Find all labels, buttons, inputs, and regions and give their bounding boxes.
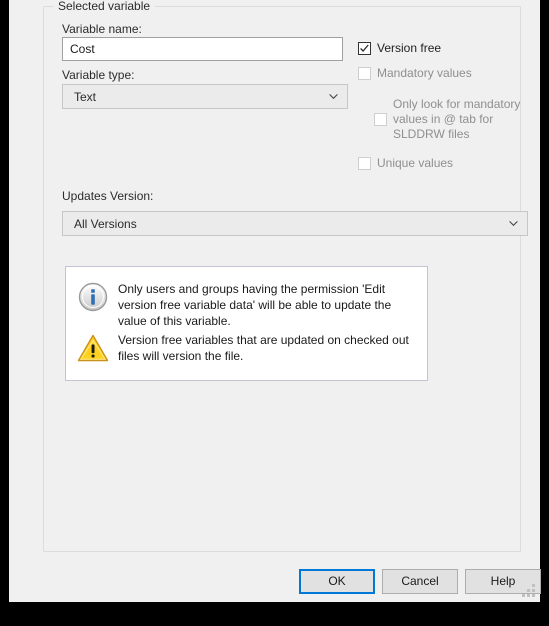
chevron-down-icon [329, 92, 338, 101]
checkbox-box [374, 113, 387, 126]
variable-type-dropdown[interactable]: Text [62, 84, 348, 109]
version-free-label: Version free [377, 41, 442, 55]
resize-grip[interactable] [522, 584, 535, 597]
screen-background: Selected variable Variable name: Variabl… [0, 0, 549, 626]
only-look-mandatory-at-tab-label: Only look for mandatory values in @ tab … [393, 97, 521, 141]
information-panel: Only users and groups having the permiss… [65, 266, 428, 381]
info-note-text: Only users and groups having the permiss… [118, 282, 392, 328]
unique-values-label: Unique values [377, 156, 454, 170]
mandatory-values-label: Mandatory values [377, 66, 472, 80]
ok-button[interactable]: OK [299, 569, 375, 594]
info-icon [77, 281, 109, 313]
checkbox-box [358, 67, 371, 80]
variable-name-label: Variable name: [62, 22, 142, 36]
cancel-button[interactable]: Cancel [382, 569, 458, 594]
updates-version-value: All Versions [74, 217, 137, 231]
selected-variable-group-label: Selected variable [54, 0, 156, 13]
checkbox-box [358, 157, 371, 170]
checkbox-box [358, 42, 371, 55]
variable-properties-dialog: Selected variable Variable name: Variabl… [9, 0, 541, 602]
updates-version-dropdown[interactable]: All Versions [62, 211, 528, 236]
chevron-down-icon [509, 219, 518, 228]
updates-version-label: Updates Version: [62, 189, 154, 203]
variable-type-label: Variable type: [62, 68, 135, 82]
variable-name-input[interactable] [62, 37, 343, 61]
warning-icon [77, 332, 109, 364]
variable-type-value: Text [74, 90, 97, 104]
info-warning-text: Version free variables that are updated … [118, 333, 409, 363]
